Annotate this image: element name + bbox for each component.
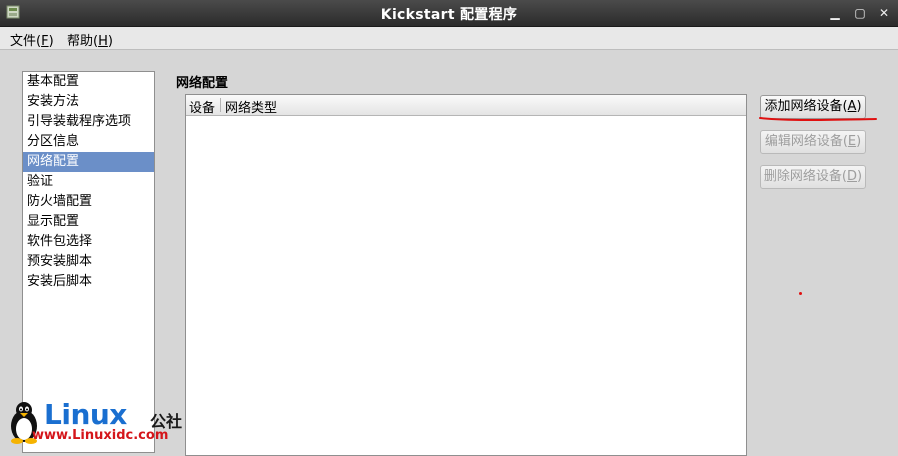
window-title: Kickstart 配置程序 (380, 7, 518, 23)
column-header-device[interactable]: 设备 (189, 97, 215, 116)
close-button[interactable]: ✕ (875, 4, 893, 22)
sidebar-item-partition[interactable]: 分区信息 (23, 132, 154, 152)
sidebar-item-basic[interactable]: 基本配置 (23, 72, 154, 92)
menu-bar: 文件(F) 帮助(H) (0, 27, 898, 50)
sidebar-item-bootloader[interactable]: 引导装载程序选项 (23, 112, 154, 132)
watermark: Linux 公社 www.Linuxidc.com (2, 398, 182, 448)
sidebar-item-pre-script[interactable]: 预安装脚本 (23, 252, 154, 272)
sidebar-item-firewall[interactable]: 防火墙配置 (23, 192, 154, 212)
column-separator[interactable] (220, 98, 221, 112)
watermark-logo: Linux (44, 398, 127, 431)
menu-help[interactable]: 帮助(H) (67, 30, 113, 49)
sidebar-item-network[interactable]: 网络配置 (23, 152, 154, 172)
maximize-button[interactable]: ▢ (851, 4, 869, 22)
red-annotation-underline (759, 117, 877, 121)
watermark-url: www.Linuxidc.com (32, 428, 169, 443)
sidebar-item-auth[interactable]: 验证 (23, 172, 154, 192)
menu-file[interactable]: 文件(F) (10, 30, 54, 49)
sidebar-item-install-method[interactable]: 安装方法 (23, 92, 154, 112)
sidebar-item-post-script[interactable]: 安装后脚本 (23, 272, 154, 292)
section-title: 网络配置 (176, 76, 229, 91)
column-header-network-type[interactable]: 网络类型 (225, 97, 277, 116)
sidebar-list: 基本配置 安装方法 引导装载程序选项 分区信息 网络配置 验证 防火墙配置 显示… (22, 71, 155, 453)
network-device-table[interactable]: 设备 网络类型 (185, 94, 747, 456)
sidebar-item-packages[interactable]: 软件包选择 (23, 232, 154, 252)
minimize-button[interactable]: ▁ (826, 4, 844, 22)
table-header: 设备 网络类型 (186, 95, 746, 116)
delete-network-device-button[interactable]: 删除网络设备(D) (760, 165, 866, 189)
red-annotation-dot (799, 292, 802, 295)
title-bar: Kickstart 配置程序 ▁ ▢ ✕ (0, 0, 898, 27)
edit-network-device-button[interactable]: 编辑网络设备(E) (760, 130, 866, 154)
sidebar-item-display[interactable]: 显示配置 (23, 212, 154, 232)
